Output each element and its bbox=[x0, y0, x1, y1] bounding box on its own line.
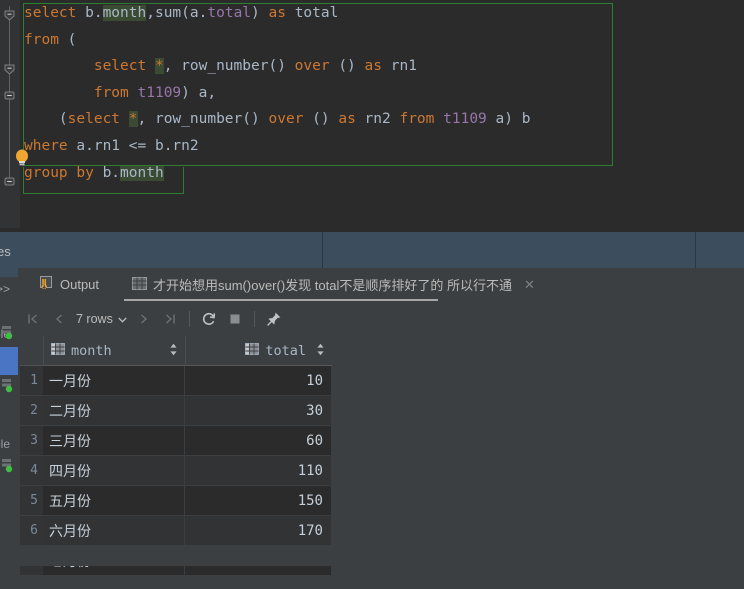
cell-total[interactable]: 150 bbox=[185, 486, 332, 516]
close-icon[interactable]: ✕ bbox=[524, 277, 535, 293]
cell-total[interactable]: 110 bbox=[185, 456, 332, 486]
row-number: 2 bbox=[20, 396, 43, 426]
output-tabs-row[interactable]: Output 才开始想用sum()over()发现 total不是顺序排好了的 … bbox=[18, 268, 744, 301]
cell-month[interactable]: 一月份 bbox=[43, 366, 185, 396]
chevron-down-icon[interactable] bbox=[118, 312, 127, 326]
output-panel: Output 才开始想用sum()over()发现 total不是顺序排好了的 … bbox=[18, 268, 744, 589]
lightbulb-intention-icon[interactable] bbox=[14, 148, 30, 168]
fold-marker-expand-2[interactable] bbox=[4, 176, 15, 187]
column-icon bbox=[245, 342, 260, 359]
rail-node-indicator-1[interactable] bbox=[2, 325, 14, 341]
cell-month[interactable]: 二月份 bbox=[43, 396, 185, 426]
active-tab-underline bbox=[124, 299, 438, 301]
reload-icon[interactable] bbox=[196, 306, 222, 332]
result-data-grid[interactable]: month total 1 一月份 10 2 二月份 30 3 三月份 60 4… bbox=[20, 336, 332, 576]
tab-result-grid[interactable]: 才开始想用sum()over()发现 total不是顺序排好了的 所以行不通 ✕ bbox=[124, 268, 543, 301]
cell-total[interactable]: 10 bbox=[185, 366, 332, 396]
table-row[interactable]: 4 四月份 110 bbox=[20, 456, 332, 486]
rail-label-table-2: ble bbox=[0, 437, 11, 451]
sort-indicator-month[interactable] bbox=[169, 343, 178, 359]
console-output-icon bbox=[40, 276, 54, 293]
cell-total[interactable]: 60 bbox=[185, 426, 332, 456]
toolbar-separator-2 bbox=[253, 311, 255, 327]
row-count-dropdown[interactable]: 7 rows bbox=[72, 312, 131, 326]
table-row[interactable]: 3 三月份 60 bbox=[20, 426, 332, 456]
code-line-5[interactable]: (select *, row_number() over () as rn2 f… bbox=[20, 106, 744, 133]
toolbar-separator-1 bbox=[188, 311, 190, 327]
cell-month[interactable]: 四月份 bbox=[43, 456, 185, 486]
result-grid-icon bbox=[132, 276, 147, 293]
row-count-label: 7 rows bbox=[76, 312, 113, 326]
row-number: 3 bbox=[20, 426, 43, 456]
grid-body[interactable]: 1一月份102二月份303三月份604四月份1105五月份1506六月份1707… bbox=[20, 366, 332, 576]
row-number: 6 bbox=[20, 516, 43, 546]
strip-label: es bbox=[0, 244, 11, 259]
editor-gutter[interactable] bbox=[0, 0, 20, 228]
grid-header-row[interactable]: month total bbox=[20, 336, 332, 366]
row-number: 1 bbox=[20, 366, 43, 396]
tab-output-label: Output bbox=[60, 277, 100, 292]
code-line-3[interactable]: select *, row_number() over () as rn1 bbox=[20, 53, 744, 80]
rail-expand-icon[interactable]: >> bbox=[0, 282, 10, 296]
sort-indicator-total[interactable] bbox=[316, 343, 325, 359]
last-page-button[interactable] bbox=[157, 306, 183, 332]
cell-total[interactable]: 170 bbox=[185, 516, 332, 546]
next-page-button[interactable] bbox=[131, 306, 157, 332]
editor-code-area[interactable]: select b.month,sum(a.total) as total from… bbox=[20, 0, 744, 228]
first-page-button[interactable] bbox=[20, 306, 46, 332]
grid-corner-cell bbox=[20, 336, 43, 366]
cell-month[interactable]: 三月份 bbox=[43, 426, 185, 456]
table-row[interactable]: 1 一月份 10 bbox=[20, 366, 332, 396]
code-line-6[interactable]: where a.rn1 <= b.rn2 bbox=[20, 133, 744, 160]
table-row[interactable]: 2 二月份 30 bbox=[20, 396, 332, 426]
cell-month[interactable]: 六月份 bbox=[43, 516, 185, 546]
code-line-1[interactable]: select b.month,sum(a.total) as total bbox=[20, 0, 744, 27]
table-row[interactable]: 5 五月份 150 bbox=[20, 486, 332, 516]
cell-month[interactable]: 五月份 bbox=[43, 486, 185, 516]
fold-marker-expand-1[interactable] bbox=[4, 90, 15, 101]
prev-page-button[interactable] bbox=[46, 306, 72, 332]
tab-output[interactable]: Output bbox=[32, 268, 107, 301]
fold-marker-collapse-2[interactable] bbox=[4, 64, 15, 75]
ide-window: select b.month,sum(a.total) as total from… bbox=[0, 0, 744, 589]
rail-node-indicator-2[interactable] bbox=[2, 378, 14, 394]
rail-selected-item[interactable] bbox=[0, 347, 18, 375]
column-header-label-month: month bbox=[71, 342, 112, 359]
code-line-4[interactable]: from t1109) a, bbox=[20, 80, 744, 107]
grid-column-header-total[interactable]: total bbox=[185, 336, 332, 366]
table-row[interactable]: 6 六月份 170 bbox=[20, 516, 332, 546]
row-number: 4 bbox=[20, 456, 43, 486]
pin-icon[interactable] bbox=[261, 306, 287, 332]
code-line-2[interactable]: from ( bbox=[20, 27, 744, 54]
left-tool-rail[interactable]: >> ble ble bbox=[0, 277, 18, 589]
cell-total[interactable]: 30 bbox=[185, 396, 332, 426]
code-line-7[interactable]: group by b.month bbox=[20, 160, 744, 187]
rail-node-indicator-3[interactable] bbox=[2, 458, 14, 474]
column-icon bbox=[51, 342, 65, 359]
tab-result-grid-label: 才开始想用sum()over()发现 total不是顺序排好了的 所以行不通 bbox=[153, 278, 512, 293]
grid-footer-strip bbox=[20, 546, 332, 566]
column-header-label-total: total bbox=[265, 342, 306, 359]
fold-marker-collapse-1[interactable] bbox=[4, 10, 15, 21]
grid-column-header-month[interactable]: month bbox=[43, 336, 185, 366]
row-number: 5 bbox=[20, 486, 43, 516]
sql-editor-pane[interactable]: select b.month,sum(a.total) as total from… bbox=[0, 0, 744, 228]
grid-toolbar[interactable]: 7 rows bbox=[18, 304, 744, 334]
stop-icon[interactable] bbox=[222, 306, 248, 332]
